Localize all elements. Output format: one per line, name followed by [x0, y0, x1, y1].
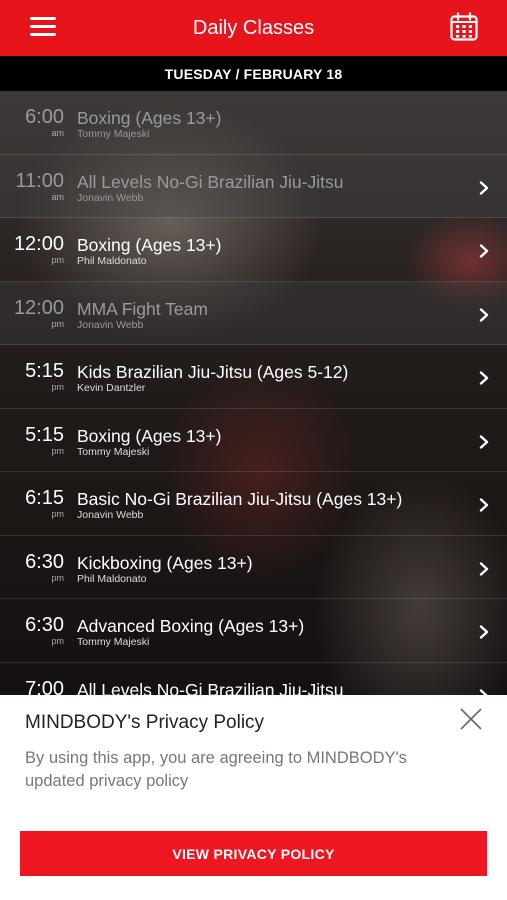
close-icon[interactable] [459, 707, 483, 731]
class-name: Kids Brazilian Jiu-Jitsu (Ages 5-12) [77, 362, 349, 382]
chevron-right-icon[interactable] [479, 625, 489, 639]
class-row[interactable]: 6:30 pm Advanced Boxing (Ages 13+) Tommy Ma… [0, 599, 507, 663]
privacy-policy-banner: MINDBODY's Privacy Policy By using this … [0, 695, 507, 900]
class-name: MMA Fight Team [77, 298, 208, 319]
class-instructor: Kevin Dantzler [77, 382, 146, 394]
chevron-right-icon[interactable] [479, 307, 489, 322]
class-name: Kickboxing (Ages 13+) [77, 552, 253, 573]
class-time: 6:00 [25, 106, 64, 128]
class-name: Boxing (Ages 13+) [77, 108, 222, 128]
class-row[interactable]: 5:15 pm Boxing (Ages 13+) Tommy Majeski [0, 409, 507, 472]
class-ampm: pm [51, 572, 64, 583]
class-row[interactable]: 7:00 All Levels No-Gi Brazilian Jiu-Jitsu [0, 663, 507, 696]
class-time-block: 11:00 am [0, 155, 64, 203]
privacy-body: By using this app, you are agreeing to M… [25, 749, 407, 790]
top-app-bar: Daily Classes [0, 0, 507, 56]
class-time: 7:00 [25, 677, 64, 696]
chevron-right-icon[interactable] [479, 244, 489, 258]
class-ampm: am [51, 128, 64, 138]
class-info: Boxing (Ages 13+) Phil Maldonato [64, 218, 507, 267]
class-ampm: pm [51, 318, 64, 329]
calendar-icon[interactable] [449, 12, 479, 42]
class-row[interactable]: 12:00 pm MMA Fight Team Jonavin Webb [0, 281, 507, 345]
class-name: Boxing (Ages 13+) [77, 235, 222, 255]
class-time-block: 6:30 pm [0, 536, 64, 584]
chevron-right-icon[interactable] [479, 371, 489, 385]
class-instructor: Jonavin Webb [77, 318, 144, 331]
class-ampm: pm [51, 636, 64, 646]
class-instructor: Jonavin Webb [77, 509, 144, 521]
class-time-block: 12:00 pm [0, 218, 64, 266]
class-row[interactable]: 12:00 pm Boxing (Ages 13+) Phil Maldonato [0, 218, 507, 282]
chevron-right-icon[interactable] [479, 434, 489, 449]
class-time: 11:00 [15, 169, 64, 192]
hamburger-icon[interactable] [30, 17, 56, 37]
class-time: 12:00 [13, 233, 64, 255]
class-info: Boxing (Ages 13+) Tommy Majeski [64, 91, 507, 140]
class-ampm: pm [51, 382, 64, 392]
chevron-right-icon[interactable] [479, 180, 489, 195]
class-info: All Levels No-Gi Brazilian Jiu-Jitsu [64, 663, 507, 696]
class-info: Kids Brazilian Jiu-Jitsu (Ages 5-12) Kevi… [64, 345, 507, 394]
chevron-right-icon[interactable] [479, 561, 489, 576]
class-time: 12:00 [13, 296, 64, 319]
privacy-title: MINDBODY's Privacy Policy [25, 712, 265, 733]
class-time-block: 5:15 pm [0, 345, 64, 393]
class-ampm: am [51, 191, 64, 202]
class-time: 5:15 [25, 360, 64, 382]
class-instructor: Tommy Majeski [77, 128, 150, 140]
chevron-right-icon[interactable] [479, 498, 489, 512]
date-header: TUESDAY / FEBRUARY 18 [0, 56, 507, 91]
class-instructor: Tommy Majeski [77, 445, 150, 458]
class-info: Basic No-Gi Brazilian Jiu-Jitsu (Ages 13… [64, 472, 507, 521]
class-time: 6:30 [25, 550, 64, 573]
class-row[interactable]: 6:00 am Boxing (Ages 13+) Tommy Majeski [0, 91, 507, 155]
class-info: Boxing (Ages 13+) Tommy Majeski [64, 409, 507, 458]
class-time-block: 7:00 [0, 663, 64, 696]
class-name: Basic No-Gi Brazilian Jiu-Jitsu (Ages 13… [77, 489, 403, 509]
class-time-block: 6:00 am [0, 91, 64, 139]
class-instructor: Jonavin Webb [77, 191, 144, 204]
page-title: Daily Classes [192, 16, 315, 39]
class-info: MMA Fight Team Jonavin Webb [64, 282, 507, 331]
class-instructor: Phil Maldonato [77, 572, 147, 585]
date-label: TUESDAY / FEBRUARY 18 [164, 65, 343, 82]
class-row[interactable]: 11:00 am All Levels No-Gi Brazilian Jiu-Ji… [0, 154, 507, 218]
class-row[interactable]: 6:30 pm Kickboxing (Ages 13+) Phil Maldonat… [0, 536, 507, 599]
class-row[interactable]: 6:15 pm Basic No-Gi Brazilian Jiu-Jitsu (A… [0, 472, 507, 536]
class-name: Advanced Boxing (Ages 13+) [77, 616, 305, 636]
class-info: Kickboxing (Ages 13+) Phil Maldonato [64, 536, 507, 585]
class-ampm: pm [51, 445, 64, 456]
class-time: 6:30 [25, 614, 64, 636]
view-privacy-policy-button[interactable]: VIEW PRIVACY POLICY [20, 831, 487, 876]
class-info: All Levels No-Gi Brazilian Jiu-Jitsu Jona… [64, 155, 507, 204]
class-time-block: 12:00 pm [0, 282, 64, 330]
class-time-block: 5:15 pm [0, 409, 64, 457]
class-time: 5:15 [25, 423, 64, 446]
class-instructor: Phil Maldonato [77, 255, 147, 267]
class-name: Boxing (Ages 13+) [77, 425, 222, 446]
class-name: All Levels No-Gi Brazilian Jiu-Jitsu [77, 679, 344, 696]
class-ampm: pm [51, 255, 64, 265]
class-time-block: 6:30 pm [0, 599, 64, 647]
class-row[interactable]: 5:15 pm Kids Brazilian Jiu-Jitsu (Ages 5-1… [0, 345, 507, 409]
class-name: All Levels No-Gi Brazilian Jiu-Jitsu [77, 171, 344, 192]
class-info: Advanced Boxing (Ages 13+) Tommy Majeski [64, 599, 507, 648]
class-time: 6:15 [25, 487, 64, 509]
class-ampm: pm [51, 509, 64, 519]
class-list[interactable]: 6:00 am Boxing (Ages 13+) Tommy Majeski 11:0… [0, 91, 507, 695]
class-time-block: 6:15 pm [0, 472, 64, 520]
class-instructor: Tommy Majeski [77, 636, 150, 648]
